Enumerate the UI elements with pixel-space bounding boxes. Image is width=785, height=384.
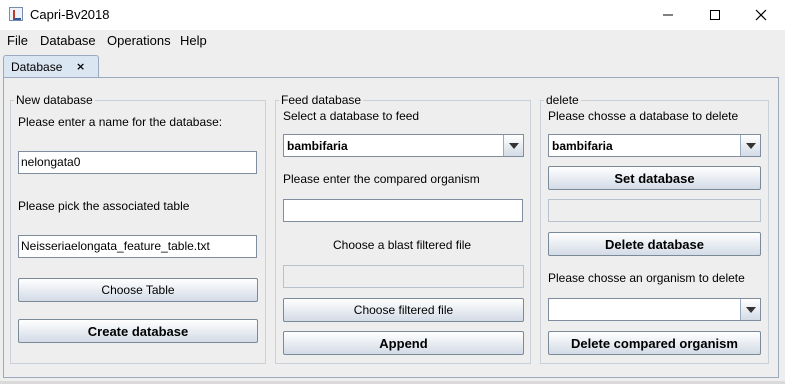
choose-table-button[interactable]: Choose Table <box>18 278 258 302</box>
chevron-down-icon[interactable] <box>740 299 760 320</box>
feed-database-select[interactable]: bambifaria <box>283 134 524 157</box>
menu-help[interactable]: Help <box>180 33 207 48</box>
new-database-legend: New database <box>14 93 95 107</box>
maximize-icon <box>710 10 720 20</box>
java-app-icon <box>9 7 23 21</box>
minimize-icon <box>663 14 673 16</box>
organism-label: Please enter the compared organism <box>283 172 480 186</box>
blast-file-field <box>283 265 524 288</box>
close-icon <box>755 9 767 21</box>
delete-db-label: Please chosse a database to delete <box>548 109 739 123</box>
window-title: Capri-Bv2018 <box>30 7 110 22</box>
menu-operations[interactable]: Operations <box>107 33 171 48</box>
chevron-down-icon[interactable] <box>503 135 523 156</box>
feed-database-legend: Feed database <box>279 93 364 107</box>
delete-database-select[interactable]: bambifaria <box>548 134 761 157</box>
choose-filtered-file-button[interactable]: Choose filtered file <box>283 298 524 322</box>
delete-compared-organism-button[interactable]: Delete compared organism <box>548 331 761 355</box>
maximize-button[interactable] <box>692 0 738 30</box>
delete-organism-select[interactable] <box>548 298 761 321</box>
db-name-input[interactable]: nelongata0 <box>18 151 257 174</box>
append-button[interactable]: Append <box>283 331 524 355</box>
chevron-down-icon[interactable] <box>740 135 760 156</box>
feed-select-label: Select a database to feed <box>283 109 420 123</box>
tab-close-icon[interactable]: × <box>76 60 85 73</box>
delete-selected-db: bambifaria <box>552 139 613 153</box>
delete-organism-label: Please chosse an organism to delete <box>548 271 745 285</box>
menu-file[interactable]: File <box>7 33 28 48</box>
set-database-field <box>548 199 761 222</box>
table-path-input[interactable]: Neisseriaelongata_feature_table.txt <box>18 235 257 258</box>
delete-legend: delete <box>544 93 581 107</box>
delete-database-button[interactable]: Delete database <box>548 232 761 256</box>
menu-database[interactable]: Database <box>40 33 96 48</box>
table-label: Please pick the associated table <box>18 199 190 213</box>
organism-input[interactable] <box>283 199 523 222</box>
set-database-button[interactable]: Set database <box>548 166 761 190</box>
blast-label: Choose a blast filtered file <box>333 238 472 252</box>
db-name-label: Please enter a name for the database: <box>18 115 223 129</box>
tab-label: Database <box>11 60 63 74</box>
create-database-button[interactable]: Create database <box>18 319 258 343</box>
close-window-button[interactable] <box>738 0 784 30</box>
feed-selected-db: bambifaria <box>287 139 348 153</box>
minimize-button[interactable] <box>645 0 691 30</box>
